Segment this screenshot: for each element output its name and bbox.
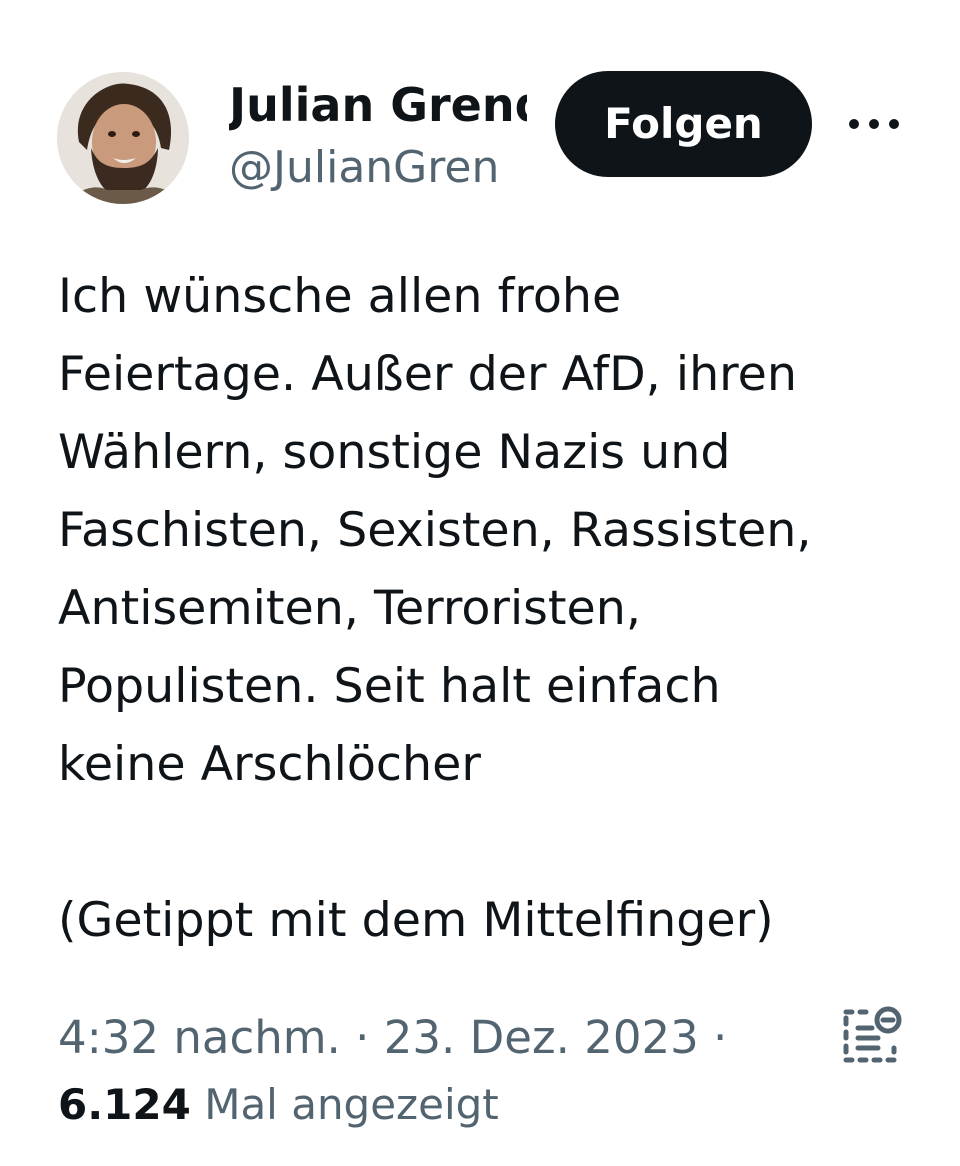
author-display-name[interactable]: Julian Grend <box>229 76 527 134</box>
more-horizontal-icon <box>849 119 899 129</box>
view-count-label: Mal angezeigt <box>190 1080 499 1129</box>
tweet-text: Ich wünsche allen frohe Feiertage. Außer… <box>58 269 812 948</box>
view-count: 6.124 Mal angezeigt <box>58 1076 499 1134</box>
analytics-icon <box>843 1006 902 1063</box>
meta-separator: · <box>340 1011 384 1064</box>
tweet-timestamp: 4:32 nachm. · 23. Dez. 2023 · <box>58 1008 727 1068</box>
view-count-number: 6.124 <box>58 1080 191 1129</box>
bearded-man-avatar-icon <box>57 72 189 204</box>
tweet-time-link[interactable]: 4:32 nachm. <box>58 1011 341 1064</box>
author-block[interactable]: Julian Grend @JulianGren <box>229 76 527 196</box>
avatar[interactable] <box>57 72 189 204</box>
meta-separator-trailing: · <box>698 1011 728 1064</box>
more-options-button[interactable] <box>842 100 906 148</box>
tweet-date-link[interactable]: 23. Dez. 2023 <box>384 1011 699 1064</box>
author-handle[interactable]: @JulianGren <box>229 140 527 196</box>
follow-button[interactable]: Folgen <box>555 71 812 177</box>
analytics-button[interactable] <box>838 1004 904 1066</box>
